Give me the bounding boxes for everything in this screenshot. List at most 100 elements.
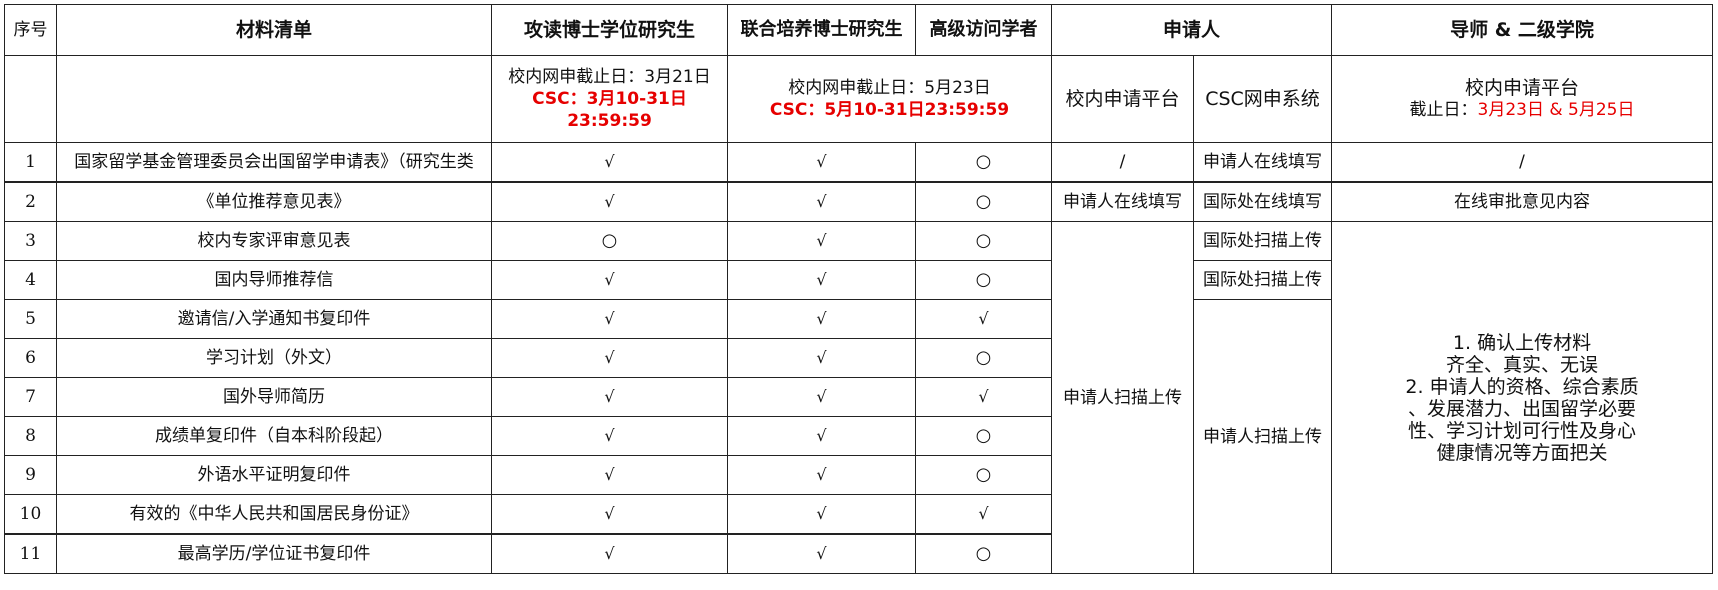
header-joint-phd: 联合培养博士研究生 [727,4,916,56]
supervisor-platform: 校内申请平台 [1465,77,1580,99]
phd-mark: √ [491,338,728,378]
phd-deadline: 校内网申截止日：3月21日 [508,67,711,87]
joint-mark: √ [727,377,916,417]
visiting-mark: √ [915,299,1052,339]
visiting-mark: ○ [915,533,1052,574]
material-name: 最高学历/学位证书复印件 [56,533,492,574]
supervisor-note-line: 性、学习计划可行性及身心 [1408,419,1637,442]
subheader-row: 校内网申截止日：3月21日 CSC：3月10-31日 23:59:59 校内网申… [4,55,1714,143]
row-number: 9 [4,455,57,495]
phd-mark: √ [491,260,728,300]
joint-mark: √ [727,455,916,495]
visiting-mark: ○ [915,455,1052,495]
visiting-mark: ○ [915,260,1052,300]
material-name: 国家留学基金管理委员会出国留学申请表》（研究生类 [56,142,492,183]
subheader-materials-empty [56,55,492,143]
joint-deadline-cell: 校内网申截止日：5月23日 CSC：5月10-31日23:59:59 [727,55,1052,143]
row-number: 5 [4,299,57,339]
row-number: 8 [4,416,57,456]
header-supervisor: 导师 & 二级学院 [1331,4,1714,56]
material-name: 有效的《中华人民共和国居民身份证》 [56,494,492,535]
joint-mark: √ [727,416,916,456]
visiting-mark: ○ [915,416,1052,456]
csc-cell: 申请人在线填写 [1192,142,1333,183]
table-row: 2 《单位推荐意见表》 √ √ ○ 申请人在线填写 国际处在线填写 在线审批意见… [4,181,1714,222]
joint-mark: √ [727,221,916,261]
row-number: 10 [4,494,57,535]
materials-table: 序号 材料清单 攻读博士学位研究生 联合培养博士研究生 高级访问学者 申请人 导… [4,4,1714,574]
joint-deadline: 校内网申截止日：5月23日 [788,78,991,98]
material-name: 学习计划（外文） [56,338,492,378]
phd-mark: √ [491,377,728,417]
visiting-mark: ○ [915,181,1052,222]
row-number: 6 [4,338,57,378]
csc-cell: 国际处在线填写 [1192,181,1333,222]
table-row: 3 校内专家评审意见表 ○ √ ○ 申请人扫描上传 国际处扫描上传 1. 确认上… [4,221,1714,574]
phd-csc-time: 23:59:59 [567,111,652,131]
supervisor-note-line: 1. 确认上传材料 [1452,331,1592,354]
header-applicant: 申请人 [1050,4,1333,56]
row-number: 2 [4,181,57,222]
phd-deadline-cell: 校内网申截止日：3月21日 CSC：3月10-31日 23:59:59 [491,55,728,143]
joint-mark: √ [727,260,916,300]
supervisor-deadline-label: 截止日： [1409,100,1478,120]
row-number: 1 [4,142,57,183]
phd-mark: √ [491,494,728,535]
visiting-mark: ○ [915,221,1052,261]
material-name: 邀请信/入学通知书复印件 [56,299,492,339]
row-number: 7 [4,377,57,417]
supervisor-cell: / [1331,142,1714,183]
campus-platform-header: 校内申请平台 [1051,55,1194,143]
joint-mark: √ [727,533,916,574]
material-name: 成绩单复印件（自本科阶段起） [56,416,492,456]
visiting-mark: √ [915,377,1052,417]
phd-mark: ○ [491,221,728,261]
visiting-mark: √ [915,494,1052,535]
campus-merged-cell: 申请人扫描上传 [1051,221,1194,574]
header-phd-degree: 攻读博士学位研究生 [491,4,728,56]
material-name: 校内专家评审意见表 [56,221,492,261]
joint-mark: √ [727,181,916,222]
visiting-mark: ○ [915,142,1052,183]
csc-cell: 国际处扫描上传 [1192,221,1333,261]
header-visiting: 高级访问学者 [915,4,1052,56]
phd-mark: √ [491,533,728,574]
table-row: 1 国家留学基金管理委员会出国留学申请表》（研究生类 √ √ ○ / 申请人在线… [4,142,1714,183]
row-number: 3 [4,221,57,261]
csc-system-header: CSC网申系统 [1192,55,1333,143]
material-name: 国外导师简历 [56,377,492,417]
row-number: 4 [4,260,57,300]
campus-cell: / [1051,142,1194,183]
supervisor-note-line: 2. 申请人的资格、综合素质 [1405,375,1639,398]
supervisor-note-cell: 1. 确认上传材料 齐全、真实、无误 2. 申请人的资格、综合素质 、发展潜力、… [1331,221,1714,574]
supervisor-cell: 在线审批意见内容 [1331,181,1714,222]
csc-cell: 国际处扫描上传 [1192,260,1333,300]
phd-mark: √ [491,416,728,456]
row-number: 11 [4,533,57,574]
joint-mark: √ [727,142,916,183]
joint-mark: √ [727,338,916,378]
phd-mark: √ [491,455,728,495]
visiting-mark: ○ [915,338,1052,378]
material-name: 外语水平证明复印件 [56,455,492,495]
phd-csc-deadline: CSC：3月10-31日 [532,89,687,109]
joint-csc-deadline: CSC：5月10-31日23:59:59 [769,100,1010,120]
supervisor-note-line: 健康情况等方面把关 [1436,441,1608,464]
campus-cell: 申请人在线填写 [1051,181,1194,222]
subheader-index-empty [4,55,57,143]
header-materials: 材料清单 [56,4,492,56]
csc-merged-cell: 申请人扫描上传 [1192,299,1333,574]
joint-mark: √ [727,299,916,339]
material-name: 《单位推荐意见表》 [56,181,492,222]
phd-mark: √ [491,142,728,183]
phd-mark: √ [491,181,728,222]
header-row: 序号 材料清单 攻读博士学位研究生 联合培养博士研究生 高级访问学者 申请人 导… [4,4,1714,56]
joint-mark: √ [727,494,916,535]
supervisor-note-line: 、发展潜力、出国留学必要 [1408,397,1637,420]
supervisor-platform-cell: 校内申请平台 截止日：3月23日 & 5月25日 [1331,55,1714,143]
supervisor-deadline-dates: 3月23日 & 5月25日 [1477,100,1635,120]
header-index: 序号 [4,4,57,56]
supervisor-note-line: 齐全、真实、无误 [1446,353,1599,376]
material-name: 国内导师推荐信 [56,260,492,300]
phd-mark: √ [491,299,728,339]
